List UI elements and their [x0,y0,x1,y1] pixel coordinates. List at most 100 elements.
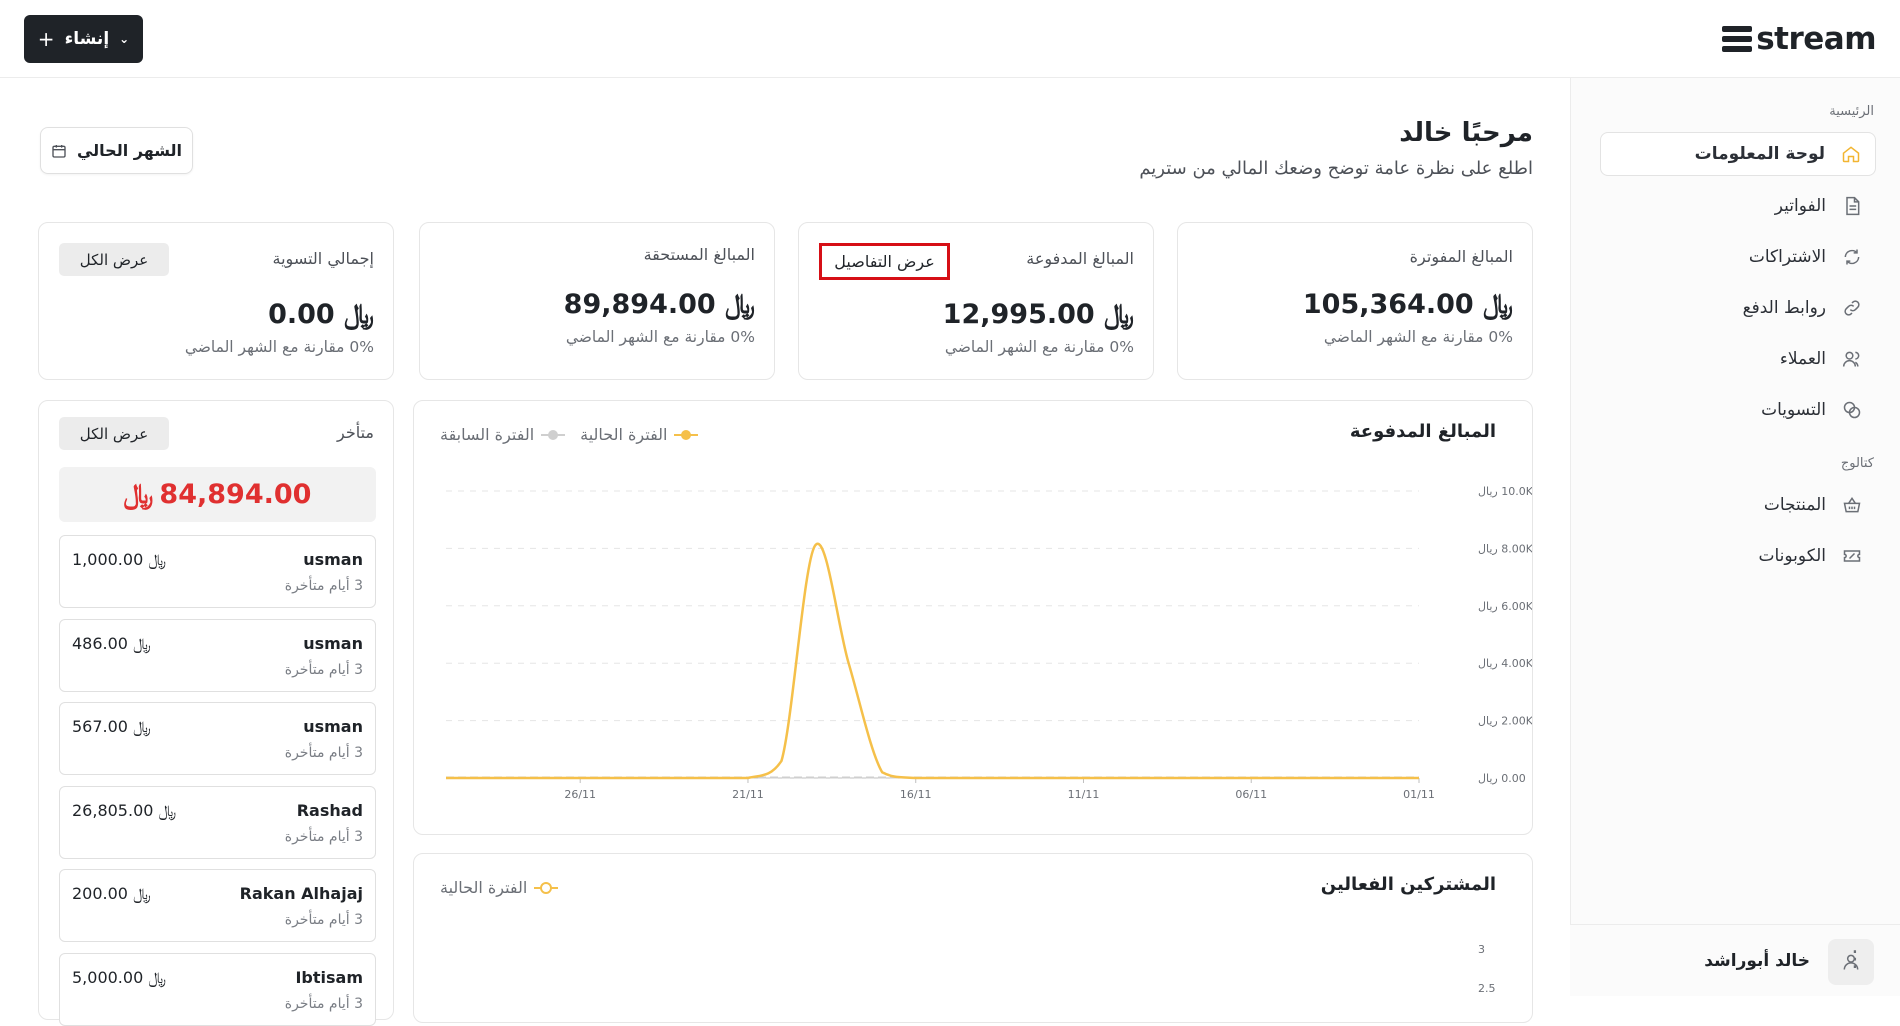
riyal-symbol: ﷼ [133,633,151,653]
overdue-list-item[interactable]: Rashad 3 أيام متأخرة ﷼ 26,805.00 [59,785,376,859]
stat-value-number: 12,995.00 [942,299,1095,330]
view-all-overdue-button[interactable]: عرض الكل [59,417,169,450]
brand-name: stream [1756,21,1876,57]
overdue-list-item[interactable]: usman 3 أيام متأخرة ﷼ 1,000.00 [59,535,376,608]
sidebar-item-label: الكوبونات [1758,546,1826,566]
home-icon [1839,142,1863,166]
sidebar-item-subscriptions[interactable]: الاشتراكات [1600,235,1876,279]
view-all-settlements-button[interactable]: عرض الكل [59,243,169,276]
create-button[interactable]: ⌄ إنشاء + [24,15,143,63]
sidebar-item-settlements[interactable]: التسويات [1600,388,1876,432]
y-tick-label: 0.00 ريال [1478,772,1526,785]
riyal-symbol: ﷼ [133,717,151,736]
overdue-card: متأخر عرض الكل ﷼ 84,894.00 usman 3 أيام م… [38,400,394,1026]
sidebar-item-label: الفواتير [1774,196,1826,216]
riyal-symbol: ﷼ [158,800,177,820]
y-tick-label: 8.00K ريال [1478,542,1532,555]
riyal-symbol: ﷼ [123,478,154,510]
stat-value: ﷼ 12,995.00 [943,299,1134,331]
paid-amounts-line-chart: 10.0K ريال 8.00K ريال 6.00K ريال 4.00K ريال… [446,485,1532,801]
stat-comparison: 0% مقارنة مع الشهر الماضي [565,328,755,346]
riyal-symbol: ﷼ [725,289,755,320]
sidebar-item-dashboard[interactable]: لوحة المعلومات [1600,132,1876,176]
active-subscribers-chart-card: المشتركين الفعالين الفترة الحالية 3 2.5 [413,853,1533,1023]
x-tick-label: 11/11 [1068,788,1100,801]
overdue-amount: ﷼ 567.00 [72,717,151,737]
customer-name: Rashad [296,800,363,820]
riyal-symbol: ﷼ [133,884,151,903]
active-subscribers-line-chart: 32.5 [1478,943,1496,995]
overdue-days: 3 أيام متأخرة [284,745,363,761]
overdue-amount: ﷼ 5,000.00 [72,968,166,988]
more-options-icon[interactable]: ⋮ [1844,947,1866,972]
stat-value-number: 89,894.00 [563,289,716,320]
overdue-days: 3 أيام متأخرة [284,661,363,678]
x-tick-label: 01/11 [1403,788,1435,801]
customer-name: usman [303,633,363,653]
x-tick-label: 21/11 [732,788,764,801]
overdue-days: 3 أيام متأخرة [284,912,363,928]
period-select-button[interactable]: الشهر الحالي [40,127,193,174]
sidebar-item-payment-links[interactable]: روابط الدفع [1600,286,1876,330]
paid-amounts-chart-card: المبالغ المدفوعة الفترة الحالية الفترة ا… [413,400,1533,835]
stat-card-invoiced: المبالغ المفوترة ﷼ 105,364.00 0% مقارنة … [1177,222,1533,380]
stat-comparison: 0% مقارنة مع الشهر الماضي [1323,328,1513,346]
riyal-symbol: ﷼ [1104,299,1134,330]
page-title: مرحبًا خالد [1399,118,1533,148]
riyal-symbol: ﷼ [1483,289,1513,320]
overdue-list-item[interactable]: Ibtisam 3 أيام متأخرة ﷼ 5,000.00 [59,952,376,1026]
overdue-amount: ﷼ 26,805.00 [72,801,176,821]
stat-value-number: 0.00 [268,299,335,330]
sidebar-item-products[interactable]: المنتجات [1600,483,1876,527]
users-icon [1840,347,1864,371]
y-tick-label: 10.0K ريال [1478,485,1532,498]
overdue-days: 3 أيام متأخرة [284,828,363,845]
riyal-symbol: ﷼ [148,550,167,569]
sidebar-item-customers[interactable]: العملاء [1600,337,1876,381]
sidebar-item-label: روابط الدفع [1742,298,1826,318]
overdue-total-value: 84,894.00 [159,479,312,510]
stat-title: المبالغ المدفوعة [1026,249,1134,268]
period-label: الشهر الحالي [76,141,183,160]
overdue-list-item[interactable]: usman 3 أيام متأخرة ﷼ 486.00 [59,618,376,692]
ticket-icon [1840,544,1864,568]
page-subtitle: اطلع على نظرة عامة توضح وضعك المالي من س… [1139,158,1533,179]
overdue-amount-value: 567.00 [72,717,128,736]
view-details-button[interactable]: عرض التفاصيل [819,243,950,280]
refresh-icon [1840,245,1864,269]
file-icon [1840,194,1864,218]
user-footer[interactable]: خالد أبوراشد ⋮ [1570,924,1900,996]
customer-name: Ibtisam [295,967,363,987]
overdue-amount-value: 26,805.00 [72,800,154,820]
sidebar-item-label: الاشتراكات [1748,247,1826,267]
sidebar: الرئيسية لوحة المعلومات الفواتير الاشترا… [1570,78,1900,996]
overdue-amount-value: 5,000.00 [72,967,144,987]
overdue-amount-value: 200.00 [72,884,128,903]
chevron-down-icon: ⌄ [119,32,130,46]
sidebar-item-coupons[interactable]: الكوبونات [1600,534,1876,578]
stat-title: إجمالي التسوية [272,249,374,268]
stat-card-due: المبالغ المستحقة ﷼ 89,894.00 0% مقارنة م… [419,222,775,380]
stream-logo[interactable]: stream [1722,21,1876,57]
customer-name: usman [303,717,363,736]
overdue-list-item[interactable]: Rakan Alhajaj 3 أيام متأخرة ﷼ 200.00 [59,869,376,942]
plus-icon: + [37,27,55,51]
sidebar-section-catalog: كتالوج [1840,456,1874,471]
stat-value-number: 105,364.00 [1302,289,1474,320]
user-name: خالد أبوراشد [1704,951,1810,971]
stat-value: ﷼ 105,364.00 [1303,289,1513,321]
overdue-amount: ﷼ 200.00 [72,884,151,904]
x-tick-label: 06/11 [1235,788,1267,801]
sidebar-item-invoices[interactable]: الفواتير [1600,184,1876,228]
stream-logo-mark-icon [1722,26,1753,52]
y-tick-label: 2.5 [1478,982,1496,995]
x-tick-label: 16/11 [900,788,932,801]
sidebar-section-main: الرئيسية [1829,104,1874,119]
overdue-list-item[interactable]: usman 3 أيام متأخرة ﷼ 567.00 [59,702,376,775]
y-tick-label: 3 [1478,943,1485,956]
customer-name: usman [303,550,363,569]
overdue-amount-value: 1,000.00 [72,550,144,569]
overdue-title: متأخر [337,423,374,442]
sidebar-item-label: التسويات [1761,400,1826,420]
stat-value: ﷼ 0.00 [268,299,374,331]
